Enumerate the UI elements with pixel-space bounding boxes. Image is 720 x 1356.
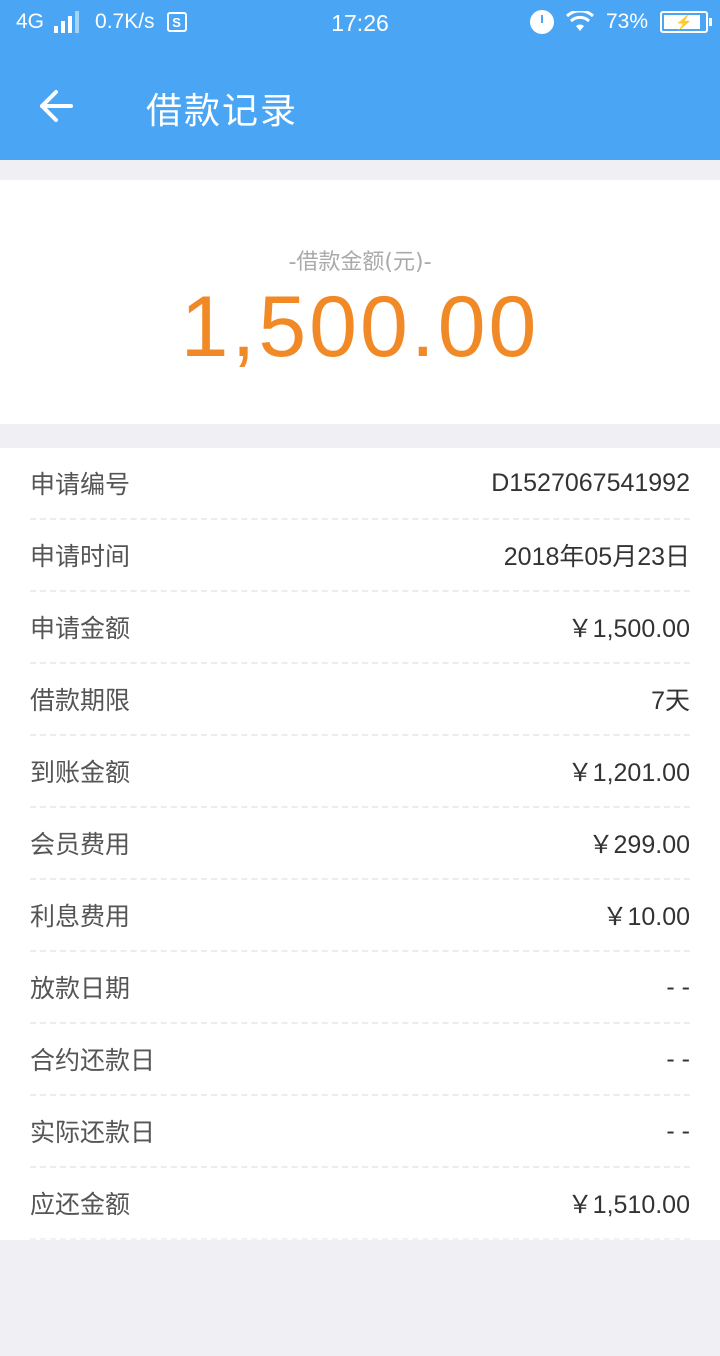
row-value: - - bbox=[666, 1116, 690, 1145]
battery-percent: 73% bbox=[605, 10, 648, 33]
back-arrow-icon bbox=[40, 90, 73, 122]
row-value: - - bbox=[666, 972, 690, 1001]
loan-amount-label: -借款金额(元)- bbox=[288, 250, 432, 275]
battery-icon: ⚡ bbox=[660, 11, 712, 33]
row-value: ￥1,510.00 bbox=[567, 1191, 690, 1219]
page-title: 借款记录 bbox=[146, 91, 299, 132]
app-bar: 借款记录 bbox=[0, 50, 720, 160]
detail-row-amount-due: 应还金额 ￥1,510.00 bbox=[30, 1168, 690, 1240]
row-label: 利息费用 bbox=[30, 902, 131, 931]
row-label: 会员费用 bbox=[30, 830, 131, 859]
row-label: 申请时间 bbox=[30, 542, 131, 571]
row-value: 7天 bbox=[651, 687, 690, 715]
status-bar: 4G 0.7K/s S 17:26 73% ⚡ bbox=[0, 0, 720, 50]
detail-row-loan-term: 借款期限 7天 bbox=[30, 664, 690, 736]
loan-amount-value: 1,500.00 bbox=[180, 279, 540, 375]
row-label: 申请编号 bbox=[30, 470, 131, 499]
detail-row-received-amount: 到账金额 ￥1,201.00 bbox=[30, 736, 690, 808]
row-value: ￥10.00 bbox=[602, 903, 690, 931]
detail-row-application-number: 申请编号 D1527067541992 bbox=[30, 448, 690, 520]
status-right: 73% ⚡ bbox=[529, 10, 712, 34]
detail-row-actual-repayment-date: 实际还款日 - - bbox=[30, 1096, 690, 1168]
detail-row-contract-repayment-date: 合约还款日 - - bbox=[30, 1024, 690, 1096]
row-value: 2018年05月23日 bbox=[503, 543, 690, 571]
detail-row-membership-fee: 会员费用 ￥299.00 bbox=[30, 808, 690, 880]
row-label: 借款期限 bbox=[30, 686, 131, 715]
loan-detail-list: 申请编号 D1527067541992 申请时间 2018年05月23日 申请金… bbox=[0, 448, 720, 1240]
row-label: 申请金额 bbox=[30, 614, 131, 643]
detail-row-disbursement-date: 放款日期 - - bbox=[30, 952, 690, 1024]
row-label: 实际还款日 bbox=[30, 1118, 156, 1147]
row-value: ￥299.00 bbox=[588, 831, 690, 859]
wifi-icon bbox=[565, 11, 594, 31]
row-value: ￥1,201.00 bbox=[567, 759, 690, 787]
row-value: ￥1,500.00 bbox=[567, 615, 690, 643]
alarm-icon bbox=[529, 10, 554, 34]
row-label: 到账金额 bbox=[30, 758, 131, 787]
row-value: D1527067541992 bbox=[491, 468, 690, 497]
detail-row-application-time: 申请时间 2018年05月23日 bbox=[30, 520, 690, 592]
row-label: 合约还款日 bbox=[30, 1046, 156, 1075]
row-value: - - bbox=[666, 1044, 690, 1073]
row-label: 应还金额 bbox=[30, 1190, 131, 1219]
detail-row-application-amount: 申请金额 ￥1,500.00 bbox=[30, 592, 690, 664]
back-button[interactable] bbox=[34, 84, 78, 128]
row-label: 放款日期 bbox=[30, 974, 131, 1003]
loan-amount-card: -借款金额(元)- 1,500.00 bbox=[0, 180, 720, 424]
detail-row-interest-fee: 利息费用 ￥10.00 bbox=[30, 880, 690, 952]
